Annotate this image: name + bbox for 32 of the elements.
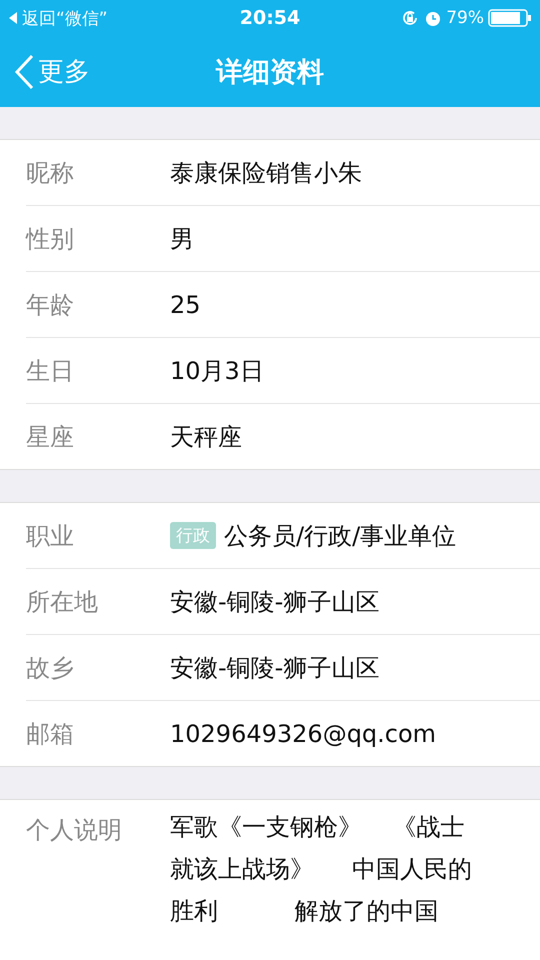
alarm-icon — [424, 9, 442, 27]
field-label: 职业 — [26, 520, 75, 552]
field-label: 故乡 — [26, 652, 75, 684]
bio-text-line: 军歌《一支钢枪》 《战士 — [170, 812, 465, 843]
field-value: 公务员/行政/事业单位 — [224, 520, 456, 552]
field-label: 个人说明 — [26, 815, 123, 846]
field-value: 安徽-铜陵-狮子山区 — [170, 586, 380, 618]
back-button[interactable]: 更多 — [0, 54, 90, 90]
field-label: 昵称 — [26, 158, 75, 188]
back-to-app-link[interactable]: 返回“微信” — [22, 6, 108, 30]
field-value: 天秤座 — [170, 422, 242, 452]
bio-text-line: 就该上战场》 中国人民的 — [170, 854, 472, 885]
chevron-left-icon — [14, 54, 34, 90]
back-triangle-icon — [8, 11, 18, 25]
field-value: 10月3日 — [170, 356, 264, 386]
field-value: 男 — [170, 224, 194, 254]
battery-icon — [488, 9, 532, 27]
field-label: 生日 — [26, 356, 75, 386]
field-label: 所在地 — [26, 586, 99, 618]
status-time: 20:54 — [240, 7, 300, 29]
field-value: 泰康保险销售小朱 — [170, 158, 362, 188]
field-label: 性别 — [26, 224, 75, 254]
bio-text-line: 胜利 解放了的中国 — [170, 896, 438, 927]
category-tag: 行政 — [170, 522, 216, 549]
page-title: 详细资料 — [216, 56, 324, 90]
field-value: 1029649326@qq.com — [170, 720, 436, 748]
field-label: 年龄 — [26, 290, 75, 320]
field-label: 星座 — [26, 422, 75, 452]
field-label: 邮箱 — [26, 718, 75, 750]
battery-percent: 79% — [446, 8, 484, 28]
field-value: 25 — [170, 290, 201, 318]
field-value: 安徽-铜陵-狮子山区 — [170, 652, 380, 684]
